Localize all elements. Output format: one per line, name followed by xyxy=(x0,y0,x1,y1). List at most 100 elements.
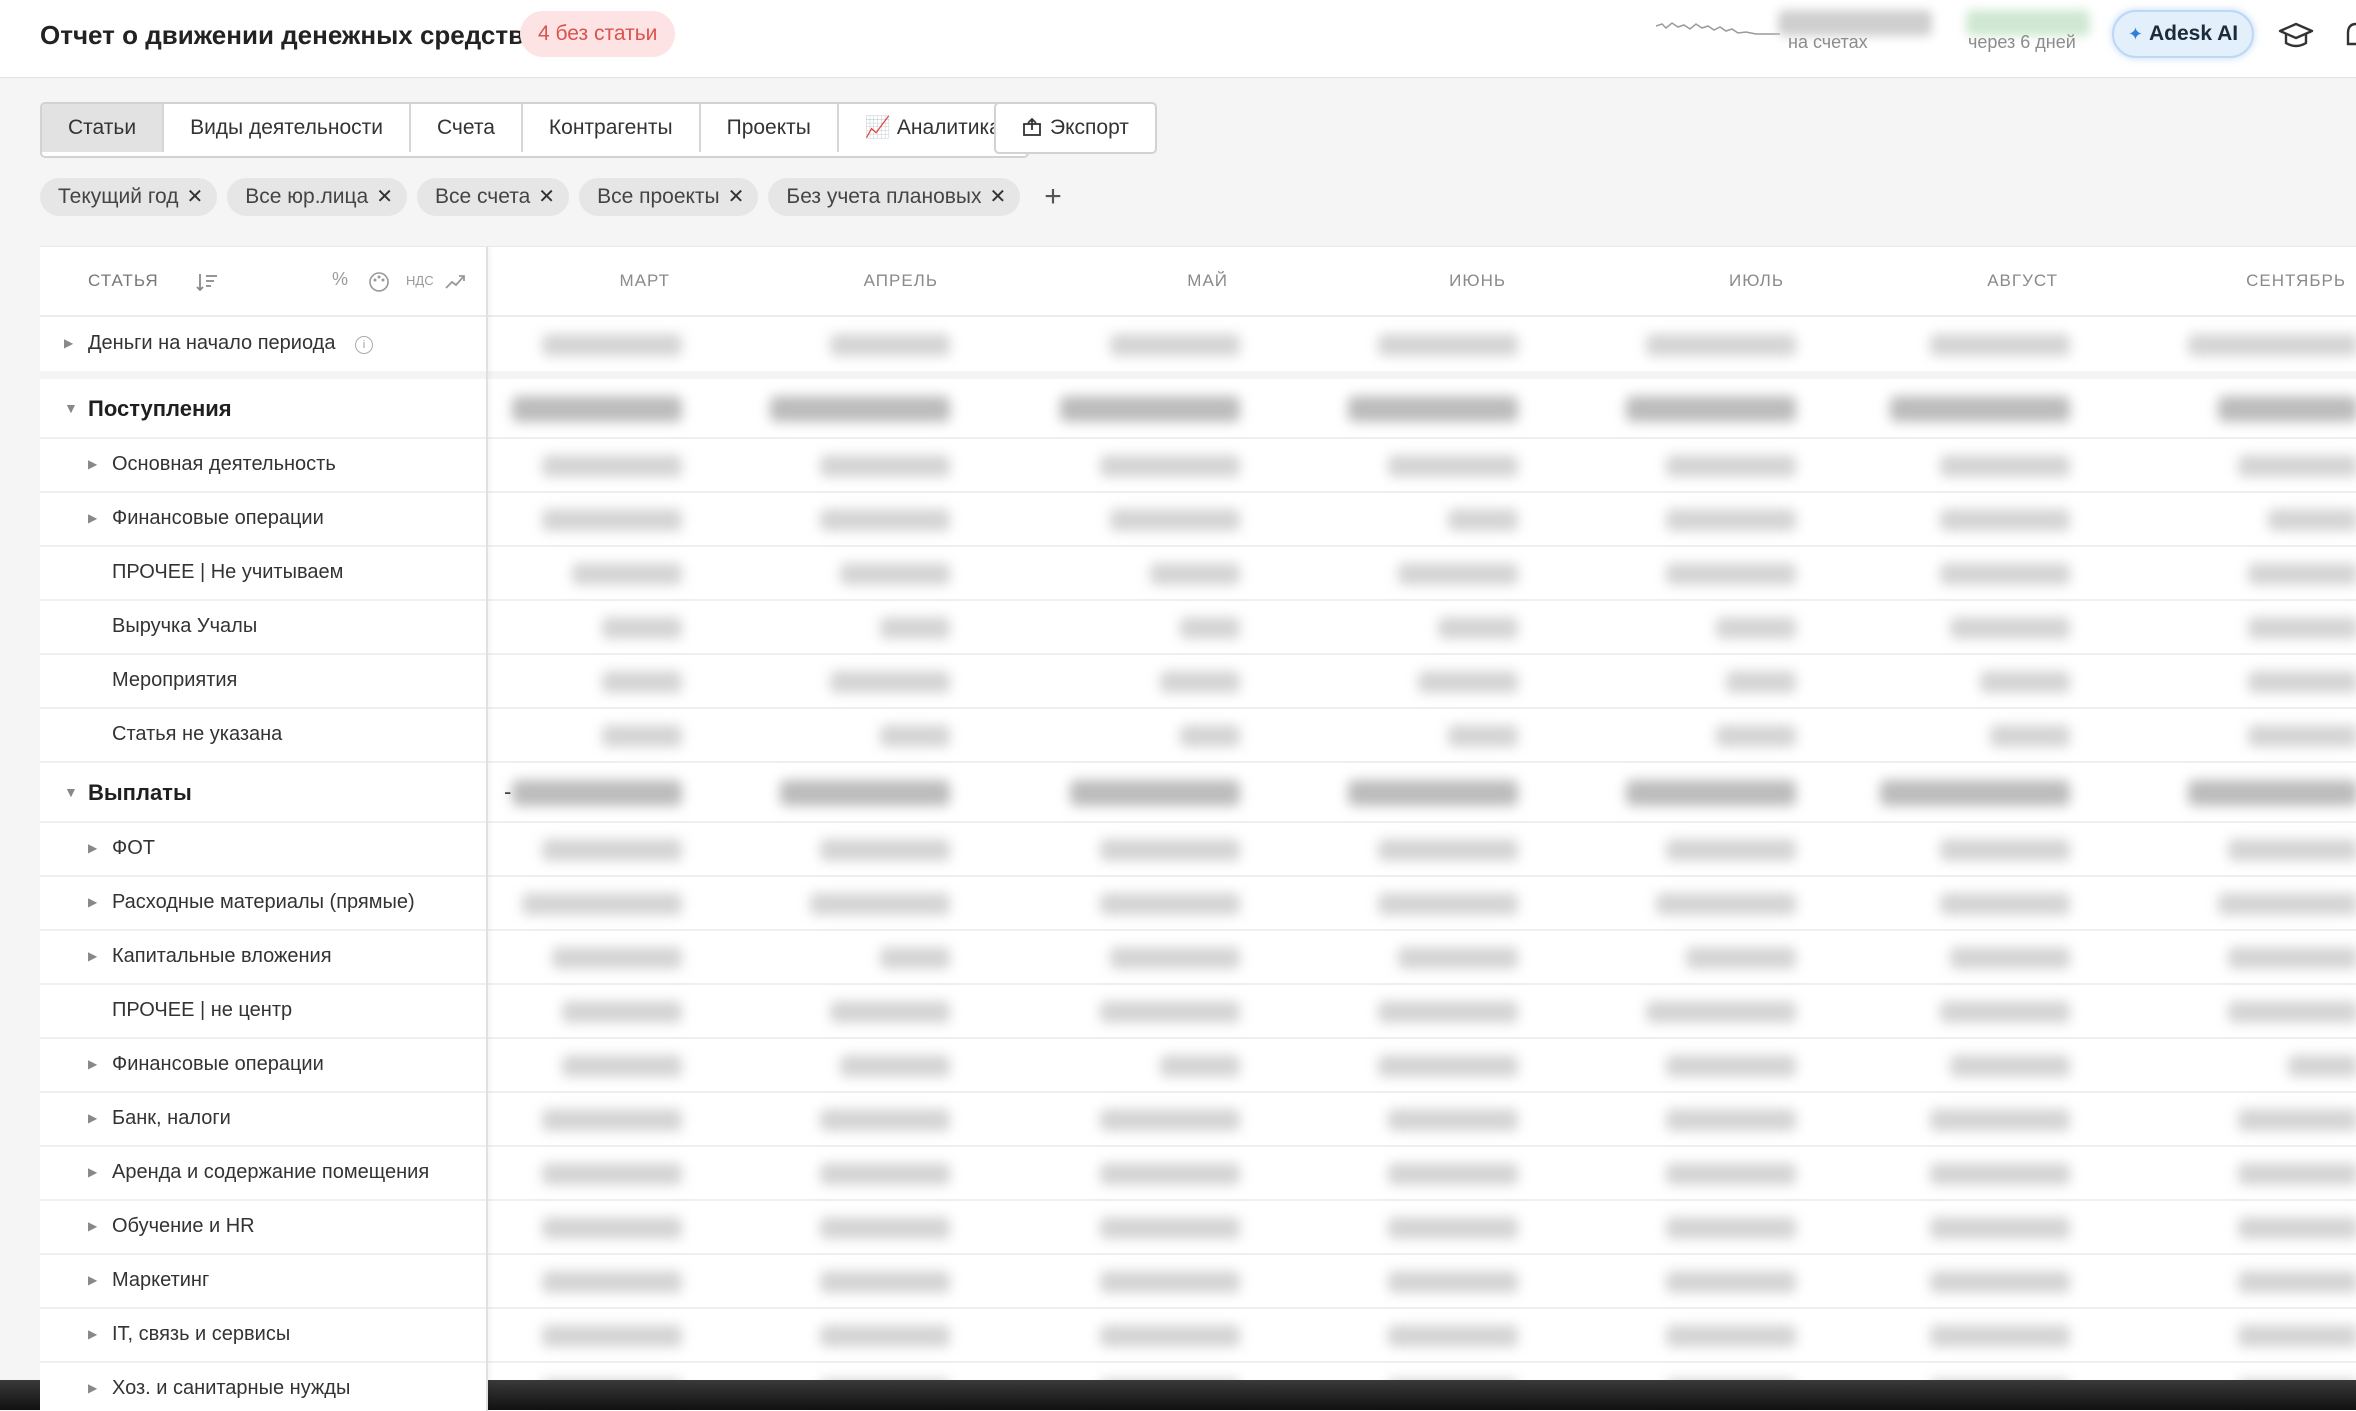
hidden-amount-cell[interactable] xyxy=(1100,1217,1240,1239)
hidden-amount-cell[interactable] xyxy=(512,780,682,806)
hidden-amount-cell[interactable] xyxy=(1626,780,1796,806)
chevron-right-icon[interactable]: ▶ xyxy=(88,457,97,471)
hidden-amount-cell[interactable] xyxy=(1666,563,1796,585)
hidden-amount-cell[interactable] xyxy=(2268,509,2356,531)
table-group-row[interactable]: ▼ Поступления xyxy=(40,379,486,439)
hidden-amount-cell[interactable] xyxy=(1940,839,2070,861)
hidden-amount-cell[interactable] xyxy=(1930,334,2070,356)
hidden-amount-cell[interactable] xyxy=(1100,839,1240,861)
hidden-amount-cell[interactable] xyxy=(820,1325,950,1347)
hidden-amount-cell[interactable] xyxy=(1388,455,1518,477)
hidden-amount-cell[interactable] xyxy=(2238,1325,2356,1347)
hidden-amount-cell[interactable] xyxy=(1378,893,1518,915)
hidden-amount-cell[interactable] xyxy=(542,1271,682,1293)
hidden-amount-cell[interactable] xyxy=(1666,839,1796,861)
hidden-amount-cell[interactable] xyxy=(542,1163,682,1185)
hidden-amount-cell[interactable] xyxy=(1180,617,1240,639)
hidden-amount-cell[interactable] xyxy=(1418,671,1518,693)
hidden-amount-cell[interactable] xyxy=(1180,725,1240,747)
hidden-amount-cell[interactable] xyxy=(1950,1055,2070,1077)
hidden-amount-cell[interactable] xyxy=(1438,617,1518,639)
percent-icon[interactable]: % xyxy=(332,269,348,290)
table-row[interactable]: ▶ ФОТ xyxy=(40,823,486,877)
close-icon[interactable]: ✕ xyxy=(728,186,745,208)
hidden-amount-cell[interactable] xyxy=(2228,1001,2356,1023)
hidden-amount-cell[interactable] xyxy=(1930,1271,2070,1293)
hidden-amount-cell[interactable] xyxy=(1626,396,1796,422)
hidden-amount-cell[interactable] xyxy=(1950,947,2070,969)
hidden-amount-cell[interactable] xyxy=(562,1055,682,1077)
tab-accounts[interactable]: Счета xyxy=(411,104,523,152)
hidden-amount-cell[interactable] xyxy=(2238,1271,2356,1293)
hidden-amount-cell[interactable] xyxy=(770,396,950,422)
hidden-amount-cell[interactable] xyxy=(542,839,682,861)
hidden-amount-cell[interactable] xyxy=(1100,1109,1240,1131)
hidden-amount-cell[interactable] xyxy=(2228,839,2356,861)
chevron-right-icon[interactable]: ▶ xyxy=(88,1111,97,1125)
hidden-amount-cell[interactable] xyxy=(1930,1109,2070,1131)
hidden-amount-cell[interactable] xyxy=(2288,1055,2356,1077)
hidden-amount-cell[interactable] xyxy=(1110,509,1240,531)
table-row[interactable]: ▶ Банк, налоги xyxy=(40,1093,486,1147)
hidden-amount-cell[interactable] xyxy=(2248,617,2356,639)
hidden-amount-cell[interactable] xyxy=(1100,1325,1240,1347)
hidden-amount-cell[interactable] xyxy=(1940,509,2070,531)
hidden-amount-cell[interactable] xyxy=(542,1217,682,1239)
close-icon[interactable]: ✕ xyxy=(990,186,1007,208)
hidden-amount-cell[interactable] xyxy=(1980,671,2070,693)
chevron-down-icon[interactable]: ▼ xyxy=(64,400,78,416)
hidden-amount-cell[interactable] xyxy=(880,617,950,639)
hidden-amount-cell[interactable] xyxy=(1990,725,2070,747)
hidden-amount-cell[interactable] xyxy=(1940,893,2070,915)
hidden-amount-cell[interactable] xyxy=(2238,1163,2356,1185)
table-row[interactable]: ▶ Расходные материалы (прямые) xyxy=(40,877,486,931)
info-icon[interactable]: i xyxy=(355,336,373,354)
chevron-right-icon[interactable]: ▶ xyxy=(88,1219,97,1233)
hidden-amount-cell[interactable] xyxy=(1160,1055,1240,1077)
hidden-amount-cell[interactable] xyxy=(820,509,950,531)
hidden-amount-cell[interactable] xyxy=(2188,780,2356,806)
hidden-amount-cell[interactable] xyxy=(1378,334,1518,356)
hidden-amount-cell[interactable] xyxy=(2248,563,2356,585)
hidden-amount-cell[interactable] xyxy=(1656,893,1796,915)
trend-icon[interactable] xyxy=(444,271,466,293)
hidden-amount-cell[interactable] xyxy=(1388,1325,1518,1347)
export-button[interactable]: Экспорт xyxy=(994,102,1157,154)
hidden-amount-cell[interactable] xyxy=(1378,839,1518,861)
chevron-right-icon[interactable]: ▶ xyxy=(88,1381,97,1395)
hidden-amount-cell[interactable] xyxy=(1348,780,1518,806)
hidden-amount-cell[interactable] xyxy=(1930,1325,2070,1347)
close-icon[interactable]: ✕ xyxy=(538,186,555,208)
table-row[interactable]: ▶ Аренда и содержание помещения xyxy=(40,1147,486,1201)
table-row[interactable]: ▶ Финансовые операции xyxy=(40,1039,486,1093)
hidden-amount-cell[interactable] xyxy=(1950,617,2070,639)
hidden-amount-cell[interactable] xyxy=(1348,396,1518,422)
hidden-amount-cell[interactable] xyxy=(820,1163,950,1185)
table-row[interactable]: ▶ Хоз. и санитарные нужды xyxy=(40,1363,486,1411)
hidden-amount-cell[interactable] xyxy=(1716,725,1796,747)
hidden-amount-cell[interactable] xyxy=(1448,725,1518,747)
hidden-amount-cell[interactable] xyxy=(1930,1217,2070,1239)
palette-icon[interactable] xyxy=(368,271,390,293)
vat-toggle[interactable]: НДС xyxy=(406,273,434,288)
tab-counterparties[interactable]: Контрагенты xyxy=(523,104,701,152)
table-row[interactable]: ▶ Основная деятельность xyxy=(40,439,486,493)
hidden-amount-cell[interactable] xyxy=(1110,334,1240,356)
hidden-amount-cell[interactable] xyxy=(1100,893,1240,915)
filter-chip-period[interactable]: Текущий год ✕ xyxy=(40,178,218,216)
hidden-amount-cell[interactable] xyxy=(1160,671,1240,693)
hidden-amount-cell[interactable] xyxy=(602,617,682,639)
chevron-right-icon[interactable]: ▶ xyxy=(64,336,73,350)
table-row[interactable]: ▶ Обучение и HR xyxy=(40,1201,486,1255)
hidden-amount-cell[interactable] xyxy=(830,671,950,693)
hidden-amount-cell[interactable] xyxy=(562,1001,682,1023)
table-row[interactable]: ▶ Маркетинг xyxy=(40,1255,486,1309)
hidden-amount-cell[interactable] xyxy=(1398,563,1518,585)
hidden-amount-cell[interactable] xyxy=(820,455,950,477)
hidden-amount-cell[interactable] xyxy=(1398,947,1518,969)
close-icon[interactable]: ✕ xyxy=(187,186,204,208)
hidden-amount-cell[interactable] xyxy=(542,1109,682,1131)
hidden-amount-cell[interactable] xyxy=(1666,1055,1796,1077)
hidden-amount-cell[interactable] xyxy=(1388,1163,1518,1185)
chevron-right-icon[interactable]: ▶ xyxy=(88,1057,97,1071)
